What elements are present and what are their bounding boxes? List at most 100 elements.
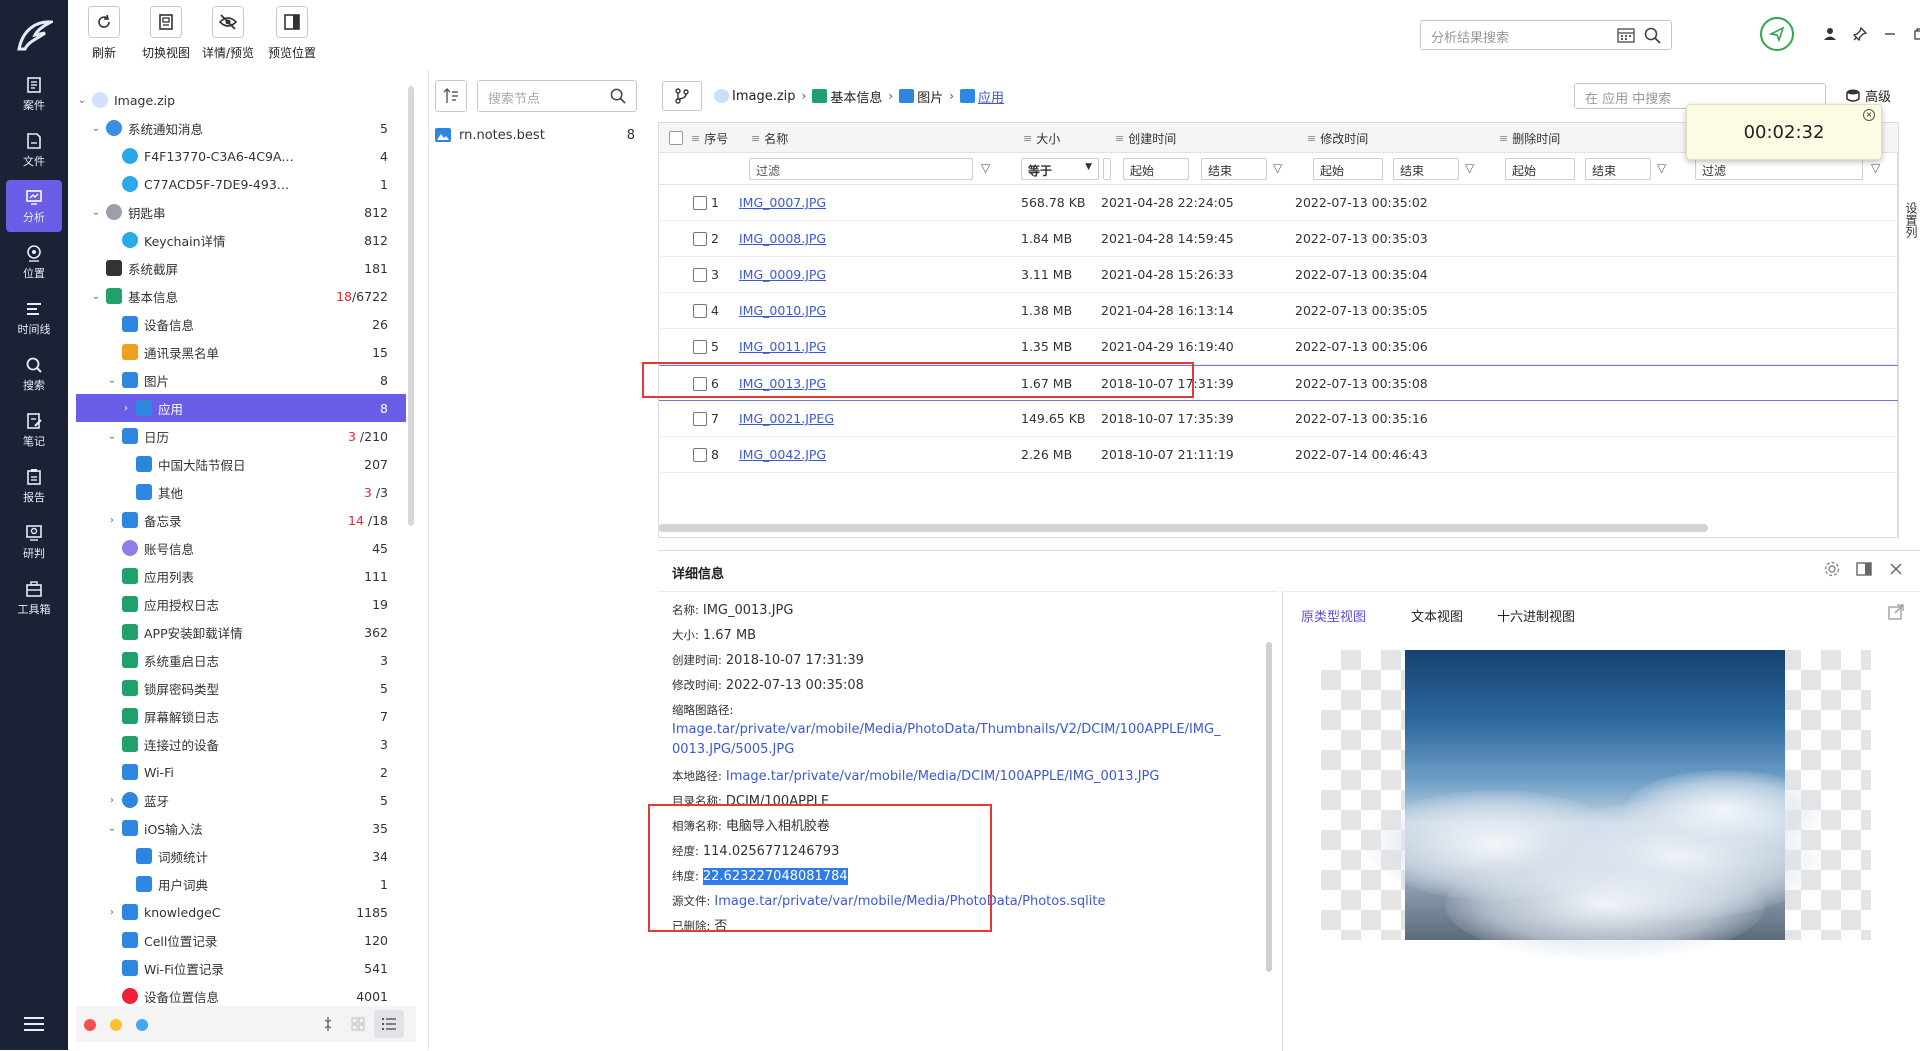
nav-item-location[interactable]: 位置 bbox=[6, 236, 62, 288]
settings-icon[interactable] bbox=[1824, 561, 1840, 577]
tree-item[interactable]: Wi-Fi位置记录 541 bbox=[76, 954, 406, 982]
field-value[interactable]: 114.0256771246793 bbox=[703, 844, 839, 859]
expand-arrow-icon[interactable]: ⌄ bbox=[90, 123, 102, 134]
source-file-link[interactable]: Image.tar/private/var/mobile/Media/Photo… bbox=[714, 894, 1105, 909]
column-header-modified[interactable]: ≡ 修改时间 bbox=[1307, 123, 1368, 153]
table-row[interactable]: 2 IMG_0008.JPG 1.84 MB 2021-04-28 14:59:45 2… bbox=[659, 221, 1899, 257]
close-icon[interactable]: × bbox=[1863, 109, 1875, 121]
external-open-icon[interactable] bbox=[1888, 604, 1904, 620]
send-icon[interactable] bbox=[1760, 17, 1794, 51]
table-row[interactable]: 5 IMG_0011.JPG 1.35 MB 2021-04-29 16:19:40 2… bbox=[659, 329, 1899, 365]
name-filter-input[interactable]: 过滤 bbox=[749, 158, 973, 180]
expand-arrow-icon[interactable]: ⌄ bbox=[106, 375, 118, 386]
tree-item[interactable]: 应用列表 111 bbox=[76, 562, 406, 590]
deleted-start-input[interactable]: 起始 bbox=[1505, 158, 1575, 180]
pin-icon[interactable] bbox=[1850, 24, 1870, 44]
tab-hex-view[interactable]: 十六进制视图 bbox=[1497, 606, 1575, 625]
panel-toggle-icon[interactable] bbox=[1856, 561, 1872, 577]
tree-item[interactable]: 系统截屏 181 bbox=[76, 254, 406, 282]
nav-item-file[interactable]: 文件 bbox=[6, 124, 62, 176]
tree-item[interactable]: ⌄ 图片 8 bbox=[76, 366, 406, 394]
row-file-name[interactable]: IMG_0009.JPG bbox=[739, 267, 826, 282]
breadcrumb-item[interactable]: 图片 bbox=[899, 87, 943, 106]
tree-item[interactable]: 其他 3 /3 bbox=[76, 478, 406, 506]
nav-item-judge[interactable]: 研判 bbox=[6, 516, 62, 568]
tree-item[interactable]: ⌄ Image.zip bbox=[76, 86, 406, 114]
refresh-button[interactable]: 刷新 bbox=[88, 6, 120, 61]
tree-item[interactable]: C77ACD5F-7DE9-4938-98EA-D02... 1 bbox=[76, 170, 406, 198]
column-header-deleted[interactable]: ≡ 删除时间 bbox=[1499, 123, 1560, 153]
tree-item[interactable]: 设备信息 26 bbox=[76, 310, 406, 338]
field-value[interactable]: IMG_0013.JPG bbox=[703, 603, 794, 618]
tree-item[interactable]: 词频统计 34 bbox=[76, 842, 406, 870]
expand-arrow-icon[interactable]: › bbox=[120, 403, 132, 414]
created-end-input[interactable]: 结束 bbox=[1201, 158, 1267, 180]
tree-item[interactable]: 屏幕解锁日志 7 bbox=[76, 702, 406, 730]
row-file-name[interactable]: IMG_0042.JPG bbox=[739, 447, 826, 462]
row-checkbox[interactable] bbox=[693, 304, 707, 318]
red-dot-icon[interactable] bbox=[84, 1019, 96, 1031]
tree-item[interactable]: ⌄ iOS输入法 35 bbox=[76, 814, 406, 842]
tree-item[interactable]: › knowledgeC 1185 bbox=[76, 898, 406, 926]
tree-item[interactable]: 通讯录黑名单 15 bbox=[76, 338, 406, 366]
local-path-link[interactable]: Image.tar/private/var/mobile/Media/DCIM/… bbox=[726, 769, 1160, 784]
tree-scrollbar[interactable] bbox=[408, 86, 414, 526]
column-header-size[interactable]: ≡ 大小 bbox=[1023, 123, 1060, 153]
tree-item[interactable]: 用户词典 1 bbox=[76, 870, 406, 898]
tree-item[interactable]: 系统重启日志 3 bbox=[76, 646, 406, 674]
tree-item[interactable]: 锁屏密码类型 5 bbox=[76, 674, 406, 702]
switch-view-button[interactable]: 切换视图 bbox=[142, 6, 190, 61]
row-checkbox[interactable] bbox=[693, 412, 707, 426]
tree-item[interactable]: Keychain详情 812 bbox=[76, 226, 406, 254]
table-row[interactable]: 3 IMG_0009.JPG 3.11 MB 2021-04-28 15:26:33 2… bbox=[659, 257, 1899, 293]
row-file-name[interactable]: IMG_0013.JPG bbox=[739, 376, 826, 391]
tree-item[interactable]: ⌄ 基本信息 18/6722 bbox=[76, 282, 406, 310]
sort-button[interactable] bbox=[435, 80, 467, 112]
restore-icon[interactable] bbox=[1910, 24, 1920, 44]
row-file-name[interactable]: IMG_0011.JPG bbox=[739, 339, 826, 354]
row-checkbox[interactable] bbox=[693, 340, 707, 354]
grid-view-icon[interactable] bbox=[350, 1016, 366, 1032]
list-view-button[interactable] bbox=[374, 1010, 404, 1038]
calendar-icon[interactable] bbox=[1617, 27, 1635, 43]
field-value[interactable]: 1.67 MB bbox=[703, 628, 756, 643]
table-horizontal-scrollbar[interactable] bbox=[658, 524, 1708, 532]
tree-item[interactable]: 应用授权日志 19 bbox=[76, 590, 406, 618]
search-icon[interactable] bbox=[610, 88, 626, 104]
breadcrumb-item[interactable]: Image.zip bbox=[714, 89, 796, 104]
row-checkbox[interactable] bbox=[693, 232, 707, 246]
expand-arrow-icon[interactable]: ⌄ bbox=[90, 291, 102, 302]
tab-text-view[interactable]: 文本视图 bbox=[1411, 606, 1463, 625]
row-file-name[interactable]: IMG_0010.JPG bbox=[739, 303, 826, 318]
row-checkbox[interactable] bbox=[693, 448, 707, 462]
table-row[interactable]: 7 IMG_0021.JPEG 149.65 KB 2018-10-07 17:35:… bbox=[659, 401, 1899, 437]
table-row[interactable]: 4 IMG_0010.JPG 1.38 MB 2021-04-28 16:13:14 2… bbox=[659, 293, 1899, 329]
hamburger-menu-icon[interactable] bbox=[22, 1014, 46, 1034]
size-filter-input[interactable] bbox=[1103, 158, 1111, 180]
row-file-name[interactable]: IMG_0021.JPEG bbox=[739, 411, 834, 426]
preview-position-button[interactable]: 预览位置 bbox=[268, 6, 316, 61]
node-list-item[interactable]: rn.notes.best 8 bbox=[435, 122, 635, 148]
row-file-name[interactable]: IMG_0008.JPG bbox=[739, 231, 826, 246]
field-value[interactable]: 电脑导入相机胶卷 bbox=[726, 819, 830, 834]
tree-item[interactable]: ⌄ 钥匙串 812 bbox=[76, 198, 406, 226]
nav-item-case[interactable]: 案件 bbox=[6, 68, 62, 120]
tree-item[interactable]: 连接过的设备 3 bbox=[76, 730, 406, 758]
row-checkbox[interactable] bbox=[693, 196, 707, 210]
tab-original-view[interactable]: 原类型视图 bbox=[1301, 606, 1366, 625]
search-icon[interactable] bbox=[1644, 27, 1661, 44]
field-value[interactable]: DCIM/100APPLE bbox=[726, 794, 829, 809]
filter-icon[interactable]: ▽ bbox=[1871, 161, 1880, 175]
nav-item-search[interactable]: 搜索 bbox=[6, 348, 62, 400]
breadcrumb-item[interactable]: 应用 bbox=[960, 87, 1004, 106]
column-header-name[interactable]: ≡ 名称 bbox=[751, 123, 788, 153]
breadcrumb-item[interactable]: 基本信息 bbox=[812, 87, 882, 106]
expand-arrow-icon[interactable]: › bbox=[106, 515, 118, 526]
expand-arrow-icon[interactable]: › bbox=[106, 907, 118, 918]
size-filter-operator[interactable]: 等于 ▼ bbox=[1021, 158, 1099, 180]
nav-item-timeline[interactable]: 时间线 bbox=[6, 292, 62, 344]
thumbnail-path-link[interactable]: Image.tar/private/var/mobile/Media/Photo… bbox=[672, 722, 1221, 737]
advanced-button[interactable]: 高级 bbox=[1846, 86, 1891, 105]
expand-arrow-icon[interactable]: ⌄ bbox=[76, 95, 88, 106]
tree-item[interactable]: ⌄ 系统通知消息 5 bbox=[76, 114, 406, 142]
